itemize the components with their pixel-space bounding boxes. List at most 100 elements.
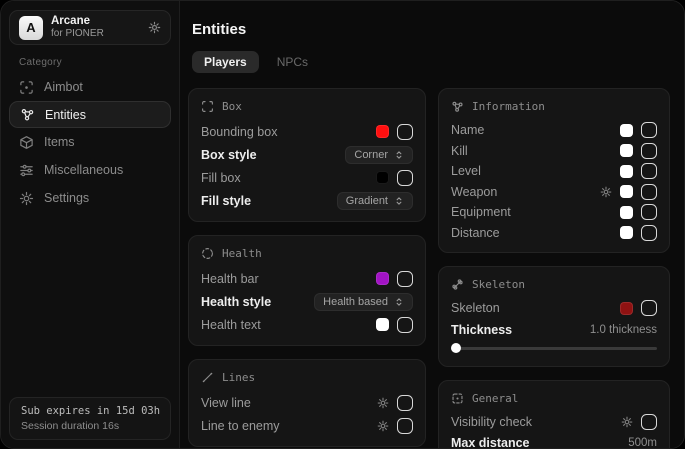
gear-icon[interactable] bbox=[377, 420, 389, 432]
card-title: General bbox=[472, 392, 518, 405]
card-title: Information bbox=[472, 100, 545, 113]
color-swatch[interactable] bbox=[376, 171, 389, 184]
color-swatch[interactable] bbox=[620, 165, 633, 178]
toggle-checkbox[interactable] bbox=[397, 317, 413, 333]
toggle-checkbox[interactable] bbox=[397, 271, 413, 287]
sidebar-item-label: Aimbot bbox=[44, 80, 83, 94]
toggle-checkbox[interactable] bbox=[397, 170, 413, 186]
sidebar-item-entities[interactable]: Entities bbox=[9, 101, 171, 128]
color-swatch[interactable] bbox=[376, 125, 389, 138]
setting-label: Kill bbox=[451, 144, 468, 158]
diagonal-line-icon bbox=[201, 371, 214, 384]
setting-row: Health text bbox=[201, 313, 413, 336]
sidebar-item-label: Settings bbox=[44, 191, 89, 205]
color-swatch[interactable] bbox=[620, 124, 633, 137]
setting-row: Health style Health based bbox=[201, 290, 413, 313]
setting-row: Distance bbox=[451, 223, 657, 244]
brand-subtitle: for PIONER bbox=[51, 28, 104, 40]
scatter-icon bbox=[451, 100, 464, 113]
setting-label: Fill box bbox=[201, 171, 241, 185]
dropdown-value: Corner bbox=[354, 149, 388, 161]
sub-expiry-text: Sub expires in 15d 03h bbox=[21, 405, 159, 417]
card-title: Health bbox=[222, 247, 262, 260]
color-swatch[interactable] bbox=[620, 206, 633, 219]
page-title: Entities bbox=[192, 21, 670, 38]
fill-style-dropdown[interactable]: Gradient bbox=[337, 192, 413, 210]
toggle-checkbox[interactable] bbox=[641, 163, 657, 179]
setting-row: Visibility check bbox=[451, 412, 657, 433]
health-style-dropdown[interactable]: Health based bbox=[314, 293, 413, 311]
setting-row: Bounding box bbox=[201, 120, 413, 143]
gear-icon bbox=[19, 191, 34, 206]
setting-row: Weapon bbox=[451, 182, 657, 203]
setting-row: Skeleton bbox=[451, 298, 657, 319]
dashed-circle-icon bbox=[201, 247, 214, 260]
viewfinder-icon bbox=[201, 100, 214, 113]
tab-players[interactable]: Players bbox=[192, 51, 259, 73]
setting-row: Fill box bbox=[201, 166, 413, 189]
setting-label: Bounding box bbox=[201, 125, 277, 139]
color-swatch[interactable] bbox=[376, 318, 389, 331]
setting-row: Line to enemy bbox=[201, 414, 413, 437]
lines-card: Lines View line bbox=[188, 359, 426, 447]
tab-npcs[interactable]: NPCs bbox=[265, 51, 320, 73]
cube-icon bbox=[19, 135, 34, 150]
setting-row: Fill style Gradient bbox=[201, 189, 413, 212]
setting-label: View line bbox=[201, 396, 251, 410]
setting-row: Equipment bbox=[451, 202, 657, 223]
box-card: Box Bounding box Box style Corner bbox=[188, 88, 426, 222]
setting-label: Distance bbox=[451, 226, 500, 240]
toggle-checkbox[interactable] bbox=[641, 300, 657, 316]
slider-thumb[interactable] bbox=[451, 343, 461, 353]
color-swatch[interactable] bbox=[620, 226, 633, 239]
toggle-checkbox[interactable] bbox=[641, 414, 657, 430]
color-swatch[interactable] bbox=[376, 272, 389, 285]
target-icon bbox=[451, 392, 464, 405]
thickness-slider[interactable] bbox=[451, 347, 657, 350]
slider-label: Max distance bbox=[451, 436, 530, 449]
subscription-info-card: Sub expires in 15d 03h Session duration … bbox=[9, 397, 171, 440]
setting-row: Health bar bbox=[201, 267, 413, 290]
toggle-checkbox[interactable] bbox=[641, 225, 657, 241]
box-style-dropdown[interactable]: Corner bbox=[345, 146, 413, 164]
toggle-checkbox[interactable] bbox=[397, 124, 413, 140]
sidebar: A Arcane for PIONER Category bbox=[1, 1, 180, 448]
slider-value: 500m bbox=[628, 437, 657, 449]
setting-label: Health style bbox=[201, 295, 271, 309]
setting-label: Equipment bbox=[451, 205, 511, 219]
select-chevrons-icon bbox=[394, 150, 404, 160]
color-swatch[interactable] bbox=[620, 302, 633, 315]
sidebar-item-settings[interactable]: Settings bbox=[1, 184, 179, 212]
gear-icon[interactable] bbox=[377, 397, 389, 409]
gear-icon[interactable] bbox=[148, 21, 161, 34]
session-duration-text: Session duration 16s bbox=[21, 420, 159, 432]
color-swatch[interactable] bbox=[620, 185, 633, 198]
app-window: A Arcane for PIONER Category bbox=[0, 0, 685, 449]
gear-icon[interactable] bbox=[600, 186, 612, 198]
sidebar-item-label: Miscellaneous bbox=[44, 163, 123, 177]
slider-row: Thickness 1.0 thickness bbox=[451, 319, 657, 341]
toggle-checkbox[interactable] bbox=[641, 143, 657, 159]
toggle-checkbox[interactable] bbox=[641, 204, 657, 220]
setting-label: Name bbox=[451, 123, 484, 137]
setting-row: View line bbox=[201, 391, 413, 414]
sidebar-item-items[interactable]: Items bbox=[1, 128, 179, 156]
crosshair-icon bbox=[19, 80, 34, 95]
toggle-checkbox[interactable] bbox=[397, 418, 413, 434]
sliders-icon bbox=[19, 163, 34, 178]
toggle-checkbox[interactable] bbox=[641, 184, 657, 200]
toggle-checkbox[interactable] bbox=[397, 395, 413, 411]
sidebar-item-label: Items bbox=[44, 135, 75, 149]
sidebar-item-label: Entities bbox=[45, 108, 86, 122]
setting-label: Level bbox=[451, 164, 481, 178]
setting-label: Skeleton bbox=[451, 301, 500, 315]
toggle-checkbox[interactable] bbox=[641, 122, 657, 138]
gear-icon[interactable] bbox=[621, 416, 633, 428]
slider-label: Thickness bbox=[451, 323, 512, 337]
slider-row: Max distance 500m bbox=[451, 432, 657, 449]
color-swatch[interactable] bbox=[620, 144, 633, 157]
sidebar-item-miscellaneous[interactable]: Miscellaneous bbox=[1, 156, 179, 184]
setting-label: Health text bbox=[201, 318, 261, 332]
sidebar-item-aimbot[interactable]: Aimbot bbox=[1, 73, 179, 101]
setting-label: Health bar bbox=[201, 272, 259, 286]
